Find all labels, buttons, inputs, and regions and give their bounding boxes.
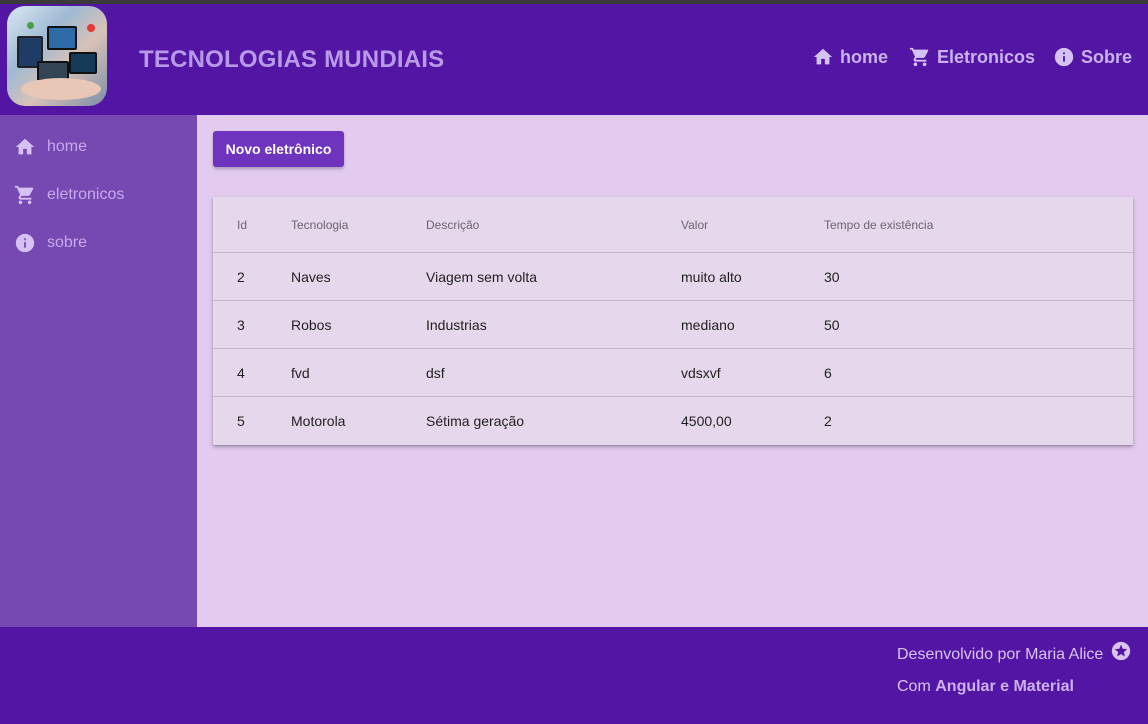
- table-cell: Viagem sem volta: [426, 268, 538, 285]
- table-cell: 3: [237, 316, 245, 333]
- column-header-valor: Valor: [681, 217, 709, 232]
- info-icon: [1054, 47, 1074, 67]
- home-icon: [813, 48, 833, 65]
- table-row[interactable]: 3 Robos Industrias mediano 50: [213, 301, 1133, 349]
- header-nav-eletronicos-label: Eletronicos: [937, 46, 1036, 67]
- column-header-tempo: Tempo de existência: [824, 217, 934, 232]
- table-cell: 30: [824, 268, 840, 285]
- cart-icon: [14, 185, 34, 205]
- header-nav-eletronicos[interactable]: Eletronicos: [909, 46, 1035, 68]
- new-eletronico-button[interactable]: Novo eletrônico: [213, 131, 344, 167]
- sidebar-item-sobre[interactable]: sobre: [14, 232, 87, 254]
- table-cell: 5: [237, 413, 245, 429]
- sidebar-item-eletronicos[interactable]: eletronicos: [14, 184, 124, 206]
- table-cell: Sétima geração: [426, 413, 525, 429]
- home-icon: [15, 138, 35, 155]
- footer-tech-prefix: Com: [897, 678, 936, 695]
- column-header-descricao: Descrição: [426, 217, 480, 232]
- footer-tech-name: Angular e Material: [935, 678, 1074, 695]
- table-cell: Robos: [291, 316, 332, 333]
- sidebar-item-label: home: [47, 138, 88, 155]
- table-row[interactable]: 2 Naves Viagem sem volta muito alto 30: [213, 253, 1133, 301]
- table-cell: 2: [237, 268, 245, 285]
- eletronicos-table: Id Tecnologia Descrição Valor Tempo de e…: [213, 197, 1133, 445]
- app-title: TECNOLOGIAS MUNDIAIS: [139, 46, 445, 73]
- header-nav-home[interactable]: home: [812, 46, 888, 68]
- table-row[interactable]: 4 fvd dsf vdsxvf 6: [213, 349, 1133, 397]
- cart-icon: [909, 47, 929, 67]
- table-header-row: Id Tecnologia Descrição Valor Tempo de e…: [213, 197, 1133, 253]
- table-cell: 2: [824, 413, 832, 429]
- table-cell: 50: [824, 316, 840, 333]
- table-cell: vdsxvf: [681, 364, 721, 381]
- table-cell: muito alto: [681, 268, 742, 285]
- table-cell: 4500,00: [681, 413, 732, 429]
- table-cell: Motorola: [291, 413, 346, 429]
- table-cell: Naves: [291, 268, 331, 285]
- footer-credit: Desenvolvido por Maria Alice: [897, 641, 1131, 664]
- header-nav-sobre[interactable]: Sobre: [1053, 46, 1132, 68]
- info-icon: [15, 233, 35, 253]
- table-cell: 4: [237, 364, 245, 381]
- footer-credit-text: Desenvolvido por Maria Alice: [897, 646, 1104, 663]
- sidebar-item-label: sobre: [47, 234, 88, 251]
- sidebar-item-home[interactable]: home: [14, 136, 87, 158]
- header-nav-home-label: home: [840, 46, 889, 67]
- table-cell: dsf: [426, 364, 445, 381]
- header-nav-sobre-label: Sobre: [1081, 46, 1133, 67]
- footer-tech: Com Angular e Material: [897, 678, 1074, 696]
- app-footer: [0, 627, 1148, 724]
- table-row[interactable]: 5 Motorola Sétima geração 4500,00 2: [213, 397, 1133, 445]
- table-cell: mediano: [681, 316, 735, 333]
- app-logo[interactable]: [7, 6, 107, 106]
- star-circle-icon: [1111, 641, 1131, 661]
- column-header-tecnologia: Tecnologia: [291, 217, 349, 232]
- sidebar-item-label: eletronicos: [47, 186, 125, 203]
- column-header-id: Id: [237, 217, 248, 232]
- table-cell: fvd: [291, 364, 310, 381]
- app-header: TECNOLOGIAS MUNDIAIS home Eletronicos So…: [0, 4, 1148, 115]
- table-cell: 6: [824, 364, 832, 381]
- table-cell: Industrias: [426, 316, 487, 333]
